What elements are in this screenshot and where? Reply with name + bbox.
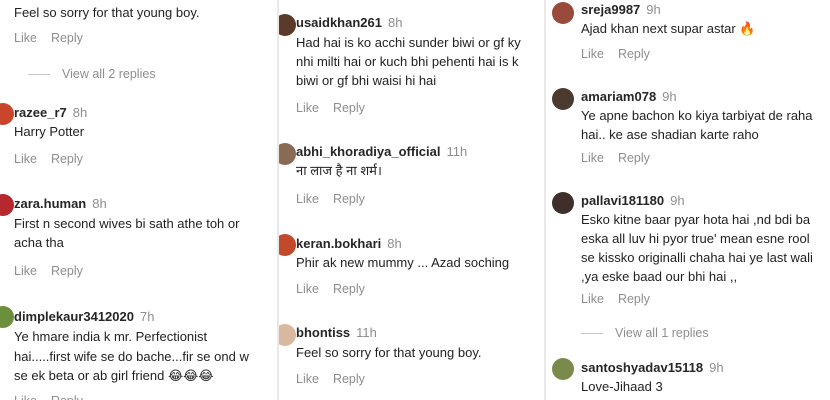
like-button[interactable]: Like [296,192,319,206]
view-replies-label: View all 1 replies [615,326,709,340]
reply-button[interactable]: Reply [333,192,365,206]
comment-username[interactable]: pallavi181180 9h [581,193,685,208]
comment-username[interactable]: zara.human 8h [14,196,107,211]
comment-time: 8h [388,15,403,30]
reply-button[interactable]: Reply [333,282,365,296]
comment-text: Phir ak new mummy ... Azad soching [296,255,510,270]
comment-text: ना लाज है ना शर्म। [296,163,382,178]
comment-actions: Like Reply [296,372,379,386]
comment-text: First n second wives bi sath athe toh or [14,216,240,231]
avatar[interactable] [552,192,574,214]
comment-actions: Like Reply [581,47,664,61]
comment-text: Love-Jihaad 3 [581,379,663,394]
comment-text: Feel so sorry for that young boy. [14,5,200,20]
avatar[interactable] [279,234,296,256]
comment-text: Ye hmare india k mr. Perfectionist [14,329,208,344]
comments-column-3: sreja9987 9h Ajad khan next supar astar 🔥… [546,0,830,400]
comment-actions: Like Reply [14,31,97,45]
comment-username[interactable]: dimplekaur3412020 7h [14,309,154,324]
reply-button[interactable]: Reply [51,394,83,400]
comment-actions: Like Reply [14,152,97,166]
comment-text: se kissko originalli chaha hai ye last w… [581,250,813,265]
comments-column-1: Feel so sorry for that young boy. Like Re… [0,0,276,400]
comment-text: acha tha [14,235,64,250]
comment-time: 9h [709,360,724,375]
avatar[interactable] [0,103,14,125]
comment-text: se ek beta or ab girl friend 😂😂😂 [14,368,214,384]
like-button[interactable]: Like [14,31,37,45]
avatar[interactable] [552,358,574,380]
laughing-emoji-icon: 😂😂😂 [167,369,214,384]
comment-username[interactable]: amariam078 9h [581,89,677,104]
like-button[interactable]: Like [296,101,319,115]
divider-line [581,333,603,335]
avatar[interactable] [279,14,296,36]
comments-column-2: usaidkhan261 8h Had hai is ko acchi sunde… [279,0,544,400]
reply-button[interactable]: Reply [618,151,650,165]
comment-actions: Like Reply [296,101,379,115]
comment-username[interactable]: bhontiss 11h [296,325,377,340]
reply-button[interactable]: Reply [51,264,83,278]
comment-time: 11h [356,325,377,340]
comment-text: Had hai is ko acchi sunder biwi or gf ky [296,35,521,50]
comment-actions: Like Reply [296,192,379,206]
like-button[interactable]: Like [581,292,604,306]
comment-time: 7h [139,309,155,324]
avatar[interactable] [279,324,296,346]
comment-username[interactable]: usaidkhan261 8h [296,15,402,30]
like-button[interactable]: Like [14,152,37,166]
comment-text: hai.. ke ase shadian karte raho [581,127,759,142]
comment-text: nhi milti hai or kuch bhi pehenti hai is… [296,54,519,69]
comment-time: 9h [670,193,685,208]
comment-username[interactable]: keran.bokhari 8h [296,236,402,251]
comment-text: Ajad khan next supar astar 🔥 [581,21,756,37]
like-button[interactable]: Like [14,264,37,278]
comment-text: ,ya eske baad our bhi hai ,, [581,269,738,284]
view-replies-link[interactable]: View all 2 replies [28,67,156,81]
comment-text: Feel so sorry for that young boy. [296,345,482,360]
comment-text: eska all luv hi pyor true' mean esne roo… [581,231,810,246]
like-button[interactable]: Like [581,47,604,61]
avatar[interactable] [552,88,574,110]
comment-actions: Like Reply [14,394,97,400]
comment-actions: Like Reply [581,151,664,165]
comment-time: 8h [387,236,402,251]
avatar[interactable] [552,2,574,24]
comment-username[interactable]: sreja9987 9h [581,2,661,17]
comment-text: Harry Potter [14,124,85,139]
comment-time: 9h [662,89,677,104]
comment-actions: Like Reply [296,282,379,296]
avatar[interactable] [0,194,14,216]
comment-time: 11h [446,144,468,159]
comment-username[interactable]: santoshyadav15118 9h [581,360,724,375]
like-button[interactable]: Like [581,151,604,165]
like-button[interactable]: Like [296,372,319,386]
comment-text: Esko kitne baar pyar hota hai ,nd bdi ba [581,212,811,227]
reply-button[interactable]: Reply [618,47,650,61]
avatar[interactable] [0,306,14,328]
view-replies-link[interactable]: View all 1 replies [581,326,709,340]
comment-time: 8h [72,105,88,120]
comment-actions: Like Reply [14,264,97,278]
avatar[interactable] [279,143,296,165]
comment-username[interactable]: abhi_khoradiya_official 11h [296,144,467,159]
like-button[interactable]: Like [14,394,37,400]
comment-time: 8h [92,196,107,211]
reply-button[interactable]: Reply [51,152,83,166]
reply-button[interactable]: Reply [51,31,83,45]
divider-line [28,74,50,76]
comment-actions: Like Reply [581,292,664,306]
comment-text: hai.....first wife se do bache...fir se … [14,349,249,364]
comment-time: 9h [646,2,661,17]
reply-button[interactable]: Reply [618,292,650,306]
fire-icon: 🔥 [739,22,756,37]
reply-button[interactable]: Reply [333,372,365,386]
view-replies-label: View all 2 replies [62,67,156,81]
comment-username[interactable]: razee_r7 8h [14,105,87,120]
comment-text: biwi or gf bhi waisi hi hai [296,73,437,88]
reply-button[interactable]: Reply [333,101,365,115]
like-button[interactable]: Like [296,282,319,296]
comment-text: Ye apne bachon ko kiya tarbiyat de raha [581,108,813,123]
